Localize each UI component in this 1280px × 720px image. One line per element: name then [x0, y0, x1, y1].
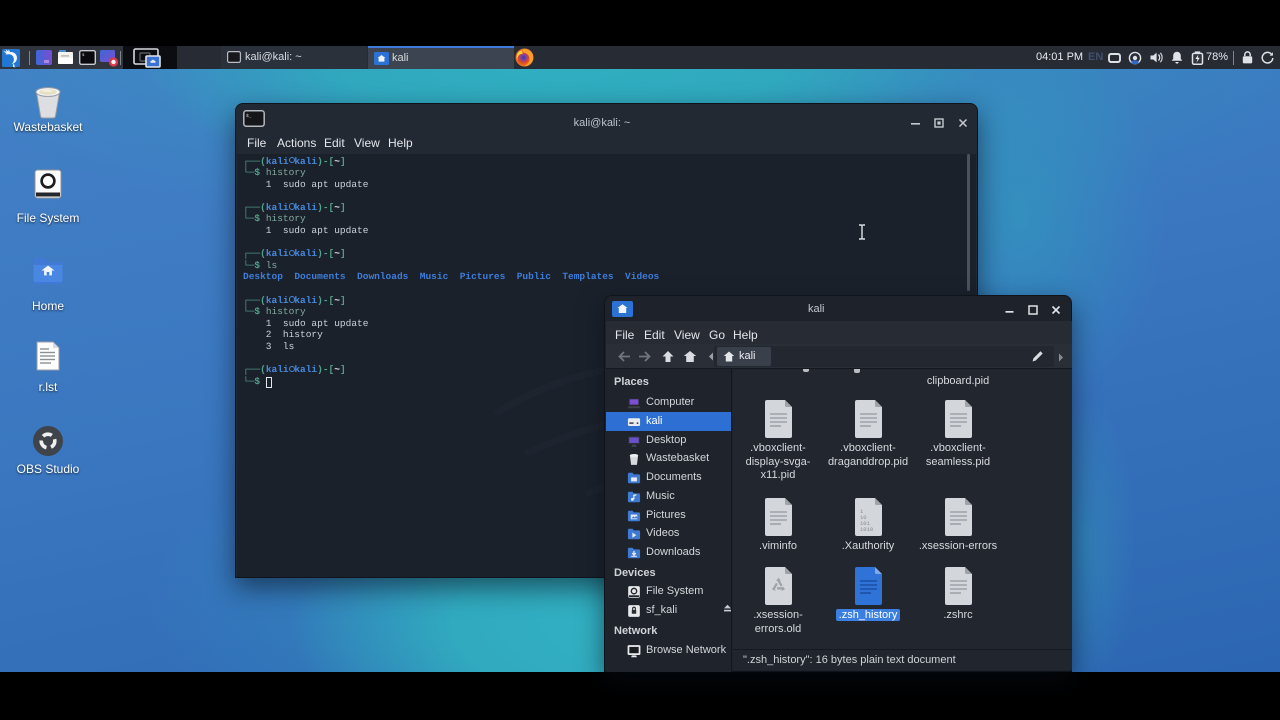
svg-text:1010: 1010 [860, 526, 873, 533]
